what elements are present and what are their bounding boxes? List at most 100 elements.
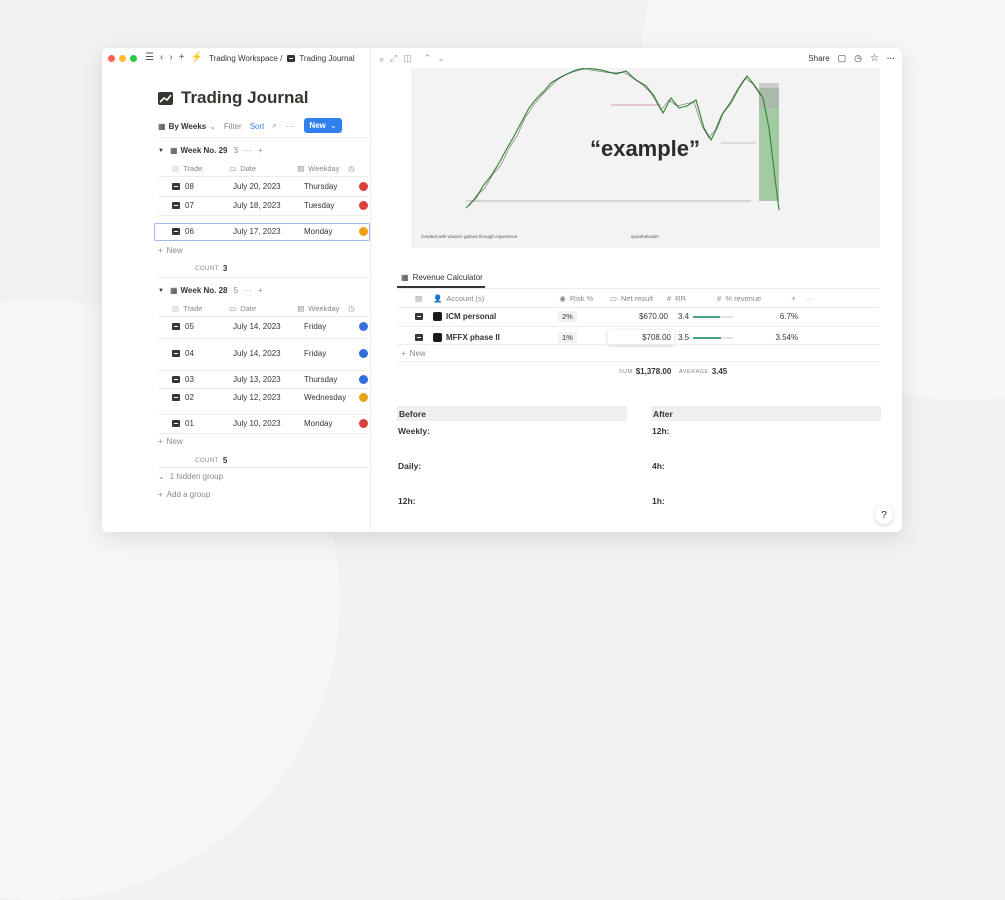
more-icon[interactable]: ···: [244, 286, 252, 295]
chart-footer-center: quanthetrader: [631, 234, 660, 239]
sum-summary[interactable]: SUM $1,378.00: [619, 367, 671, 376]
more-icon[interactable]: ···: [806, 294, 814, 303]
net-result-cell-editing[interactable]: $708.00: [608, 330, 674, 345]
risk-cell: 2%: [558, 311, 608, 322]
group-header-week-29[interactable]: ▼ ▦ Week No. 29 3 ··· +: [158, 146, 263, 155]
more-icon[interactable]: ···: [244, 146, 252, 155]
chevron-down-icon[interactable]: ⌄: [437, 53, 445, 64]
clock-icon: ◷: [348, 304, 355, 313]
minimize-window-button[interactable]: [119, 54, 126, 62]
column-weekday[interactable]: Weekday: [308, 304, 348, 313]
toggle-triangle-icon[interactable]: ▼: [158, 148, 164, 154]
column-date[interactable]: Date: [240, 304, 297, 313]
comment-icon[interactable]: ▢: [838, 53, 847, 64]
chart-footer-left: Created with wisdom gained through exper…: [421, 234, 519, 239]
side-peek-icon[interactable]: ◫: [403, 53, 412, 64]
column-date[interactable]: Date: [240, 164, 297, 173]
column-account[interactable]: Account (s): [446, 294, 559, 303]
trade-weekday: Wednesday: [304, 393, 347, 402]
help-button[interactable]: ?: [875, 506, 893, 524]
table-row[interactable]: 04 July 14, 2023 Friday: [172, 349, 370, 358]
trade-weekday: Friday: [304, 322, 327, 331]
table-row[interactable]: 08 July 20, 2023 Thursday: [172, 182, 370, 191]
double-chevron-right-icon[interactable]: »: [379, 54, 384, 64]
column-net[interactable]: Net result: [621, 294, 667, 303]
toggle-triangle-icon[interactable]: ▼: [158, 288, 164, 294]
new-button[interactable]: New ⌄: [304, 118, 342, 133]
more-icon[interactable]: ···: [286, 122, 294, 131]
group-count: 3: [233, 146, 238, 155]
more-icon[interactable]: ···: [887, 54, 895, 63]
rr-value: 3.5: [678, 333, 690, 342]
rr-progress-bar: [693, 315, 734, 318]
avatar: [359, 201, 368, 210]
trade-card-icon: [172, 376, 180, 383]
rr-progress-bar: [693, 336, 734, 339]
add-icon: +: [401, 349, 406, 358]
trade-name: 08: [185, 182, 194, 191]
add-group-button[interactable]: + Add a group: [158, 490, 210, 499]
table-row[interactable]: 05 July 14, 2023 Friday: [172, 322, 370, 331]
add-icon[interactable]: +: [258, 146, 263, 155]
search-icon[interactable]: ⌕: [272, 121, 276, 131]
chevron-down-icon: ⌄: [158, 472, 165, 481]
clock-icon: ◷: [348, 164, 355, 173]
trade-chart-image: “example” Created with wisdom gained thr…: [411, 68, 880, 248]
add-row-button[interactable]: + New: [401, 349, 426, 358]
forward-icon[interactable]: ›: [169, 53, 172, 63]
sort-button[interactable]: Sort: [250, 122, 265, 131]
table-row[interactable]: 02 July 12, 2023 Wednesday: [172, 393, 370, 402]
tab-revenue-calculator[interactable]: ▦ Revenue Calculator: [401, 273, 483, 282]
table-row[interactable]: 03 July 13, 2023 Thursday: [172, 375, 370, 384]
table-row[interactable]: 01 July 10, 2023 Monday: [172, 419, 370, 428]
column-trade[interactable]: Trade: [183, 304, 229, 313]
revenue-value: 6.7%: [779, 312, 799, 321]
close-window-button[interactable]: [108, 54, 115, 62]
view-selector[interactable]: By Weeks: [169, 122, 207, 131]
table-row[interactable]: 06 July 17, 2023 Monday: [172, 227, 370, 236]
column-risk[interactable]: Risk %: [570, 294, 610, 303]
workspace-bolt-icon: ⚡: [190, 52, 203, 63]
back-icon[interactable]: ‹: [160, 53, 163, 63]
after-4h-label: 4h:: [652, 461, 665, 471]
trade-name: 04: [185, 349, 194, 358]
column-trade[interactable]: Trade: [183, 164, 229, 173]
card-icon: ▤: [172, 304, 180, 313]
table-row[interactable]: MFFX phase II 1% $708.00 3.5 3.54%: [415, 330, 879, 345]
breadcrumb-workspace[interactable]: Trading Workspace /: [209, 54, 282, 63]
table-row[interactable]: 07 July 18, 2023 Tuesday: [172, 201, 370, 210]
filter-button[interactable]: Filter: [224, 122, 242, 131]
expand-icon[interactable]: ⤢: [390, 53, 397, 64]
breadcrumb-page[interactable]: Trading Journal: [299, 54, 354, 63]
trade-date: July 20, 2023: [233, 182, 281, 191]
history-icon[interactable]: ◷: [854, 53, 862, 64]
add-icon[interactable]: +: [179, 53, 185, 63]
maximize-window-button[interactable]: [130, 54, 137, 62]
add-row-button[interactable]: + New: [158, 246, 183, 255]
hidden-group-label: 1 hidden group: [169, 472, 224, 481]
table-row[interactable]: ICM personal 2% $670.00 3.4 6.7%: [415, 311, 879, 322]
menu-icon[interactable]: ☰: [145, 53, 154, 63]
trade-date: July 14, 2023: [233, 349, 281, 358]
avatar: [359, 393, 368, 402]
add-icon[interactable]: +: [258, 286, 263, 295]
star-icon[interactable]: ☆: [870, 53, 879, 64]
chevron-down-icon[interactable]: ⌄: [209, 122, 216, 131]
group-header-week-28[interactable]: ▼ ▦ Week No. 28 5 ··· +: [158, 286, 263, 295]
column-revenue[interactable]: % revenue: [725, 294, 791, 303]
hidden-group-toggle[interactable]: ⌄ 1 hidden group: [158, 472, 223, 481]
account-name: ICM personal: [446, 312, 497, 321]
column-rr[interactable]: RR: [675, 294, 717, 303]
column-weekday[interactable]: Weekday: [308, 164, 348, 173]
share-button[interactable]: Share: [808, 54, 829, 63]
add-column-icon[interactable]: +: [791, 294, 795, 303]
avatar: [359, 375, 368, 384]
new-button-label: New: [309, 121, 326, 130]
average-summary[interactable]: AVERAGE 3.45: [679, 367, 727, 376]
group-count-summary[interactable]: COUNT 3: [195, 264, 227, 273]
chevron-up-icon[interactable]: ⌃: [424, 53, 432, 64]
add-row-button[interactable]: + New: [158, 437, 183, 446]
page-peek-pane: » ⤢ ◫ ⌃ ⌄ Share ▢ ◷ ☆ ··· “example” Crea…: [370, 48, 902, 532]
group-count-summary[interactable]: COUNT 5: [195, 456, 227, 465]
trade-card-icon: [172, 394, 180, 401]
